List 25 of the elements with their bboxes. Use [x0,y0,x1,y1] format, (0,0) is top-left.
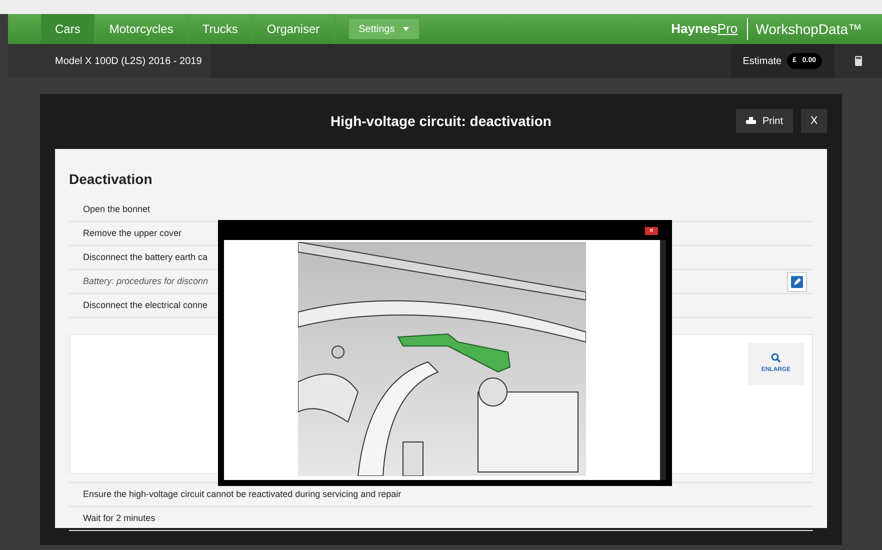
step-text: Open the bonnet [83,202,150,216]
step-text: Wait for 2 minutes [83,512,156,525]
step-text: Disconnect the electrical conne [83,298,208,312]
section-heading: Deactivation [69,170,154,189]
calculator-icon [854,56,862,66]
vehicle-model: Model X 100D (L2S) 2016 - 2019 [55,54,202,68]
step-text: Ensure the high-voltage circuit cannot be reactivated during servicing and repair [83,488,402,501]
settings-dropdown[interactable]: Settings [348,19,419,39]
nav-tab[interactable]: Cars [41,14,96,44]
reference-link[interactable]: Battery: procedures for disconn [83,274,208,288]
step-text: Remove the upper cover [83,226,182,240]
scrollbar[interactable] [660,240,666,480]
step-text: Disconnect the battery earth ca [83,250,208,264]
modal-title: High-voltage circuit: deactivation [330,112,552,131]
estimate-label: Estimate [742,54,782,68]
printer-icon [746,117,756,125]
product-name: WorkshopData™ [754,20,862,39]
popup-close-button[interactable]: × [645,227,658,235]
search-icon [771,353,781,363]
close-button[interactable]: X [801,109,827,133]
edit-icon [791,276,803,288]
print-button[interactable]: Print [736,109,793,133]
open-document-button[interactable] [787,272,807,292]
caret-icon [402,27,409,31]
brand-logo: HaynesPro [671,20,739,38]
